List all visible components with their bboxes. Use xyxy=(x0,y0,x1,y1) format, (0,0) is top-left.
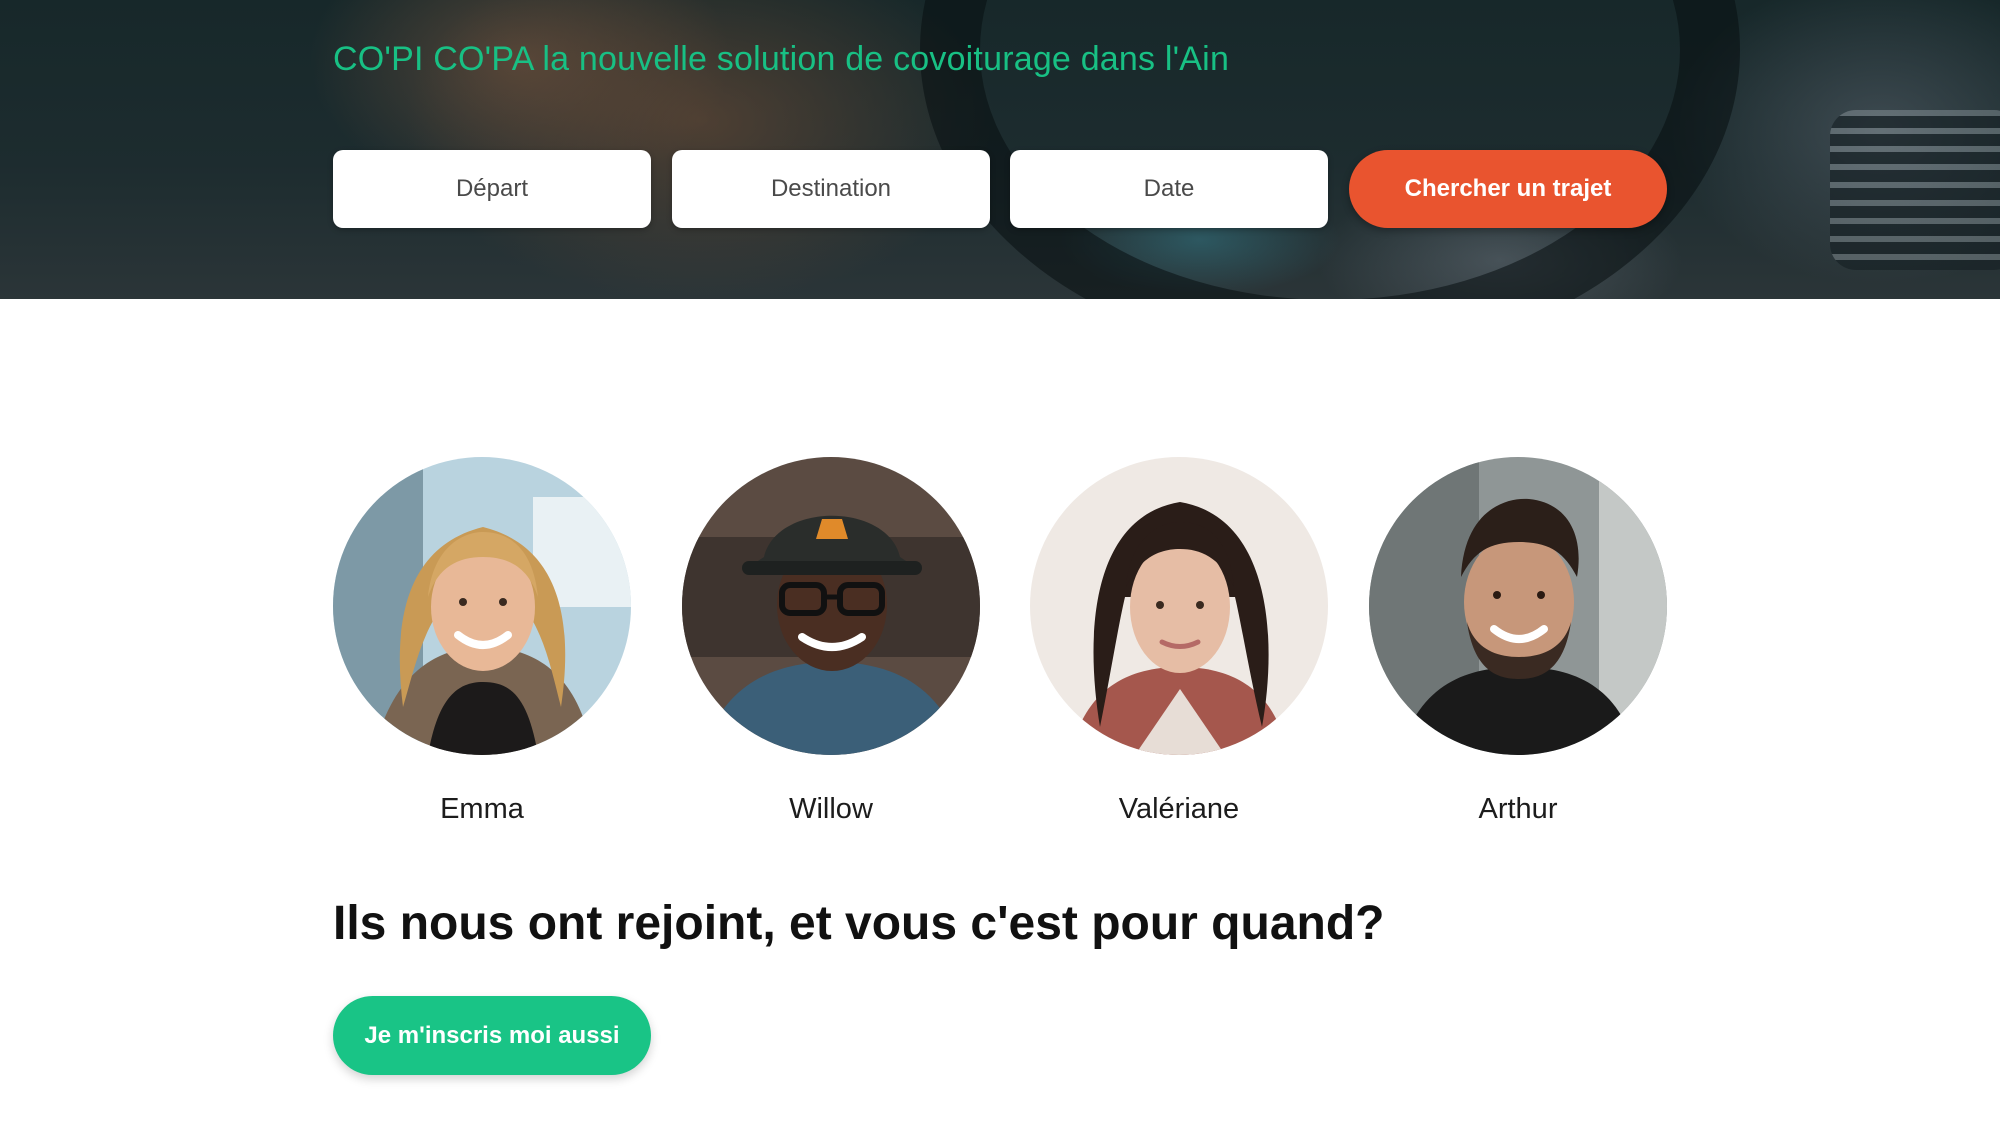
signup-button[interactable]: Je m'inscris moi aussi xyxy=(333,996,651,1075)
member-photo-willow xyxy=(682,457,980,755)
member-name-arthur: Arthur xyxy=(1478,793,1558,825)
member-photo-arthur xyxy=(1369,457,1667,755)
portrait-emma-icon xyxy=(333,457,631,755)
member-card-willow: Willow xyxy=(681,457,981,825)
member-card-emma: Emma xyxy=(332,457,632,825)
date-input[interactable] xyxy=(1010,150,1328,228)
member-card-valeriane: Valériane xyxy=(1029,457,1329,825)
search-trip-button[interactable]: Chercher un trajet xyxy=(1349,150,1667,228)
hero-tagline: CO'PI CO'PA la nouvelle solution de covo… xyxy=(333,40,1230,78)
member-name-willow: Willow xyxy=(789,793,873,825)
member-photo-emma xyxy=(333,457,631,755)
hero-banner: CO'PI CO'PA la nouvelle solution de covo… xyxy=(0,0,2000,299)
portrait-arthur-icon xyxy=(1369,457,1667,755)
member-name-valeriane: Valériane xyxy=(1118,793,1240,825)
member-photo-valeriane xyxy=(1030,457,1328,755)
portrait-willow-icon xyxy=(682,457,980,755)
destination-input[interactable] xyxy=(672,150,990,228)
departure-input[interactable] xyxy=(333,150,651,228)
portrait-valeriane-icon xyxy=(1030,457,1328,755)
hero-background-air-vent xyxy=(1830,110,2000,270)
cta-heading: Ils nous ont rejoint, et vous c'est pour… xyxy=(333,897,1385,950)
member-name-emma: Emma xyxy=(440,793,524,825)
member-card-arthur: Arthur xyxy=(1368,457,1668,825)
